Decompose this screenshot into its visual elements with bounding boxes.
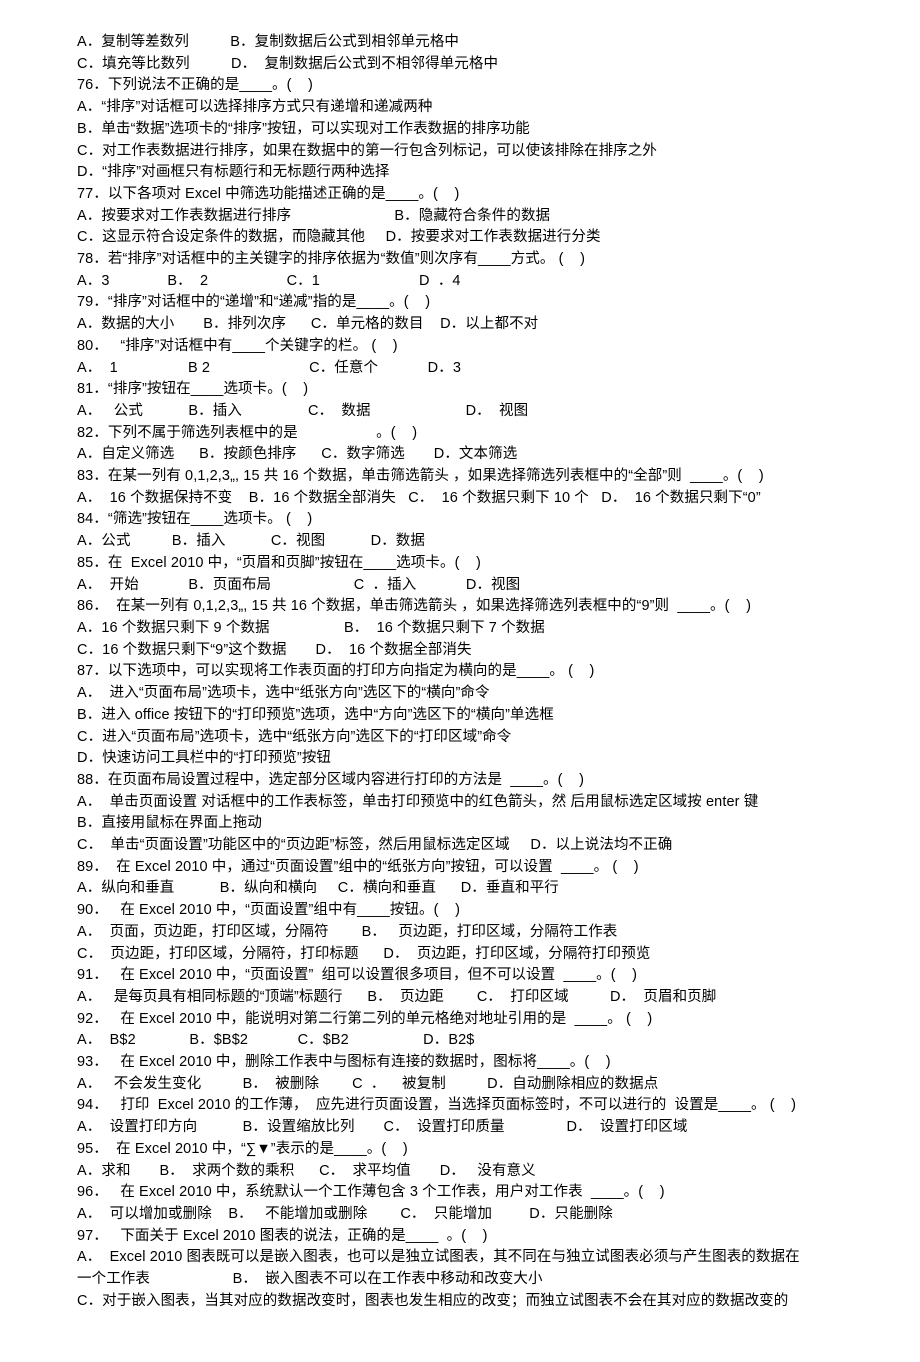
text-line: 86． 在某一列有 0,1,2,3„, 15 共 16 个数据，单击筛选箭头 ，… (77, 596, 850, 618)
text-line: A． 开始 B．页面布局 C ．插入 D．视图 (77, 575, 850, 597)
text-line: 92． 在 Excel 2010 中，能说明对第二行第二列的单元格绝对地址引用的… (77, 1009, 850, 1031)
text-line: A．自定义筛选 B．按颜色排序 C．数字筛选 D．文本筛选 (77, 444, 850, 466)
text-line: A． 单击页面设置 对话框中的工作表标签，单击打印预览中的红色箭头，然 后用鼠标… (77, 792, 850, 814)
text-line: 90． 在 Excel 2010 中，“页面设置”组中有____按钮。( ) (77, 900, 850, 922)
text-line: 87．以下选项中，可以实现将工作表页面的打印方向指定为横向的是____。 ( ) (77, 661, 850, 683)
text-line: A． 可以增加或删除 B． 不能增加或删除 C． 只能增加 D．只能删除 (77, 1204, 850, 1226)
text-line: A． 1 B 2 C．任意个 D．3 (77, 358, 850, 380)
text-line: A． 进入“页面布局”选项卡，选中“纸张方向”选区下的“横向”命令 (77, 683, 850, 705)
text-line: A．求和 B． 求两个数的乘积 C． 求平均值 D． 没有意义 (77, 1161, 850, 1183)
text-line: A．纵向和垂直 B．纵向和横向 C．横向和垂直 D．垂直和平行 (77, 878, 850, 900)
text-line: B．进入 office 按钮下的“打印预览”选项，选中“方向”选区下的“横向”单… (77, 705, 850, 727)
text-line: 81．“排序”按钮在____选项卡。( ) (77, 379, 850, 401)
text-line: A．复制等差数列 B．复制数据后公式到相邻单元格中 (77, 32, 850, 54)
text-line: C．填充等比数列 D． 复制数据后公式到不相邻得单元格中 (77, 54, 850, 76)
text-line: C． 单击“页面设置”功能区中的“页边距”标签，然后用鼠标选定区域 D．以上说法… (77, 835, 850, 857)
text-line: 93． 在 Excel 2010 中，删除工作表中与图标有连接的数据时，图标将_… (77, 1052, 850, 1074)
text-line: 79．“排序”对话框中的“递增”和“递减”指的是____。( ) (77, 292, 850, 314)
text-line: A． 不会发生变化 B． 被删除 C ． 被复制 D．自动删除相应的数据点 (77, 1074, 850, 1096)
text-line: 77．以下各项对 Excel 中筛选功能描述正确的是____。( ) (77, 184, 850, 206)
text-line: C．进入“页面布局”选项卡，选中“纸张方向”选区下的“打印区域”命令 (77, 727, 850, 749)
text-line: 76．下列说法不正确的是____。( ) (77, 75, 850, 97)
text-line: 96． 在 Excel 2010 中，系统默认一个工作薄包含 3 个工作表，用户… (77, 1182, 850, 1204)
text-line: 95． 在 Excel 2010 中，“∑▼”表示的是____。( ) (77, 1139, 850, 1161)
text-line: 94． 打印 Excel 2010 的工作薄， 应先进行页面设置，当选择页面标签… (77, 1095, 850, 1117)
text-line: A． 页面，页边距，打印区域，分隔符 B． 页边距，打印区域，分隔符工作表 (77, 922, 850, 944)
text-line: B．直接用鼠标在界面上拖动 (77, 813, 850, 835)
text-line: C．对工作表数据进行排序，如果在数据中的第一行包含列标记，可以使该排除在排序之外 (77, 141, 850, 163)
document-page: A．复制等差数列 B．复制数据后公式到相邻单元格中C．填充等比数列 D． 复制数… (77, 32, 850, 1312)
text-line: 82．下列不属于筛选列表框中的是 。( ) (77, 423, 850, 445)
text-line: A．数据的大小 B．排列次序 C．单元格的数目 D．以上都不对 (77, 314, 850, 336)
text-line: 88．在页面布局设置过程中，选定部分区域内容进行打印的方法是 ____。( ) (77, 770, 850, 792)
text-line: D．快速访问工具栏中的“打印预览”按钮 (77, 748, 850, 770)
text-line: A． 公式 B．插入 C． 数据 D． 视图 (77, 401, 850, 423)
text-line: A．3 B． 2 C．1 D ．4 (77, 271, 850, 293)
text-line: A．“排序”对话框可以选择排序方式只有递增和递减两种 (77, 97, 850, 119)
text-line: 89． 在 Excel 2010 中，通过“页面设置”组中的“纸张方向”按钮，可… (77, 857, 850, 879)
text-line: A．16 个数据只剩下 9 个数据 B． 16 个数据只剩下 7 个数据 (77, 618, 850, 640)
text-line: A． B$2 B．$B$2 C．$B2 D．B2$ (77, 1030, 850, 1052)
text-line: 一个工作表 B． 嵌入图表不可以在工作表中移动和改变大小 (77, 1269, 850, 1291)
text-line: C．这显示符合设定条件的数据，而隐藏其他 D．按要求对工作表数据进行分类 (77, 227, 850, 249)
text-line: A． 16 个数据保持不变 B．16 个数据全部消失 C． 16 个数据只剩下 … (77, 488, 850, 510)
text-line: 84．“筛选”按钮在____选项卡。 ( ) (77, 509, 850, 531)
text-line: 78．若“排序”对话框中的主关键字的排序依据为“数值”则次序有____方式。 (… (77, 249, 850, 271)
text-line: D．“排序”对画框只有标题行和无标题行两种选择 (77, 162, 850, 184)
text-line: A． Excel 2010 图表既可以是嵌入图表，也可以是独立试图表，其不同在与… (77, 1247, 850, 1269)
text-line: A． 设置打印方向 B．设置缩放比列 C． 设置打印质量 D． 设置打印区域 (77, 1117, 850, 1139)
text-line: 91． 在 Excel 2010 中，“页面设置” 组可以设置很多项目，但不可以… (77, 965, 850, 987)
text-line: 85．在 Excel 2010 中，“页眉和页脚”按钮在____选项卡。( ) (77, 553, 850, 575)
text-line: A． 是每页具有相同标题的“顶端”标题行 B． 页边距 C． 打印区域 D． 页… (77, 987, 850, 1009)
text-line: B．单击“数据”选项卡的“排序”按钮，可以实现对工作表数据的排序功能 (77, 119, 850, 141)
text-line: A．按要求对工作表数据进行排序 B．隐藏符合条件的数据 (77, 206, 850, 228)
text-line: 97． 下面关于 Excel 2010 图表的说法，正确的是____ 。( ) (77, 1226, 850, 1248)
text-line: A．公式 B．插入 C．视图 D．数据 (77, 531, 850, 553)
text-line: 80． “排序”对话框中有____个关键字的栏。 ( ) (77, 336, 850, 358)
text-line: C． 页边距，打印区域，分隔符，打印标题 D． 页边距，打印区域，分隔符打印预览 (77, 944, 850, 966)
text-line: C．16 个数据只剩下“9”这个数据 D． 16 个数据全部消失 (77, 640, 850, 662)
text-line: 83．在某一列有 0,1,2,3„, 15 共 16 个数据，单击筛选箭头 ，如… (77, 466, 850, 488)
